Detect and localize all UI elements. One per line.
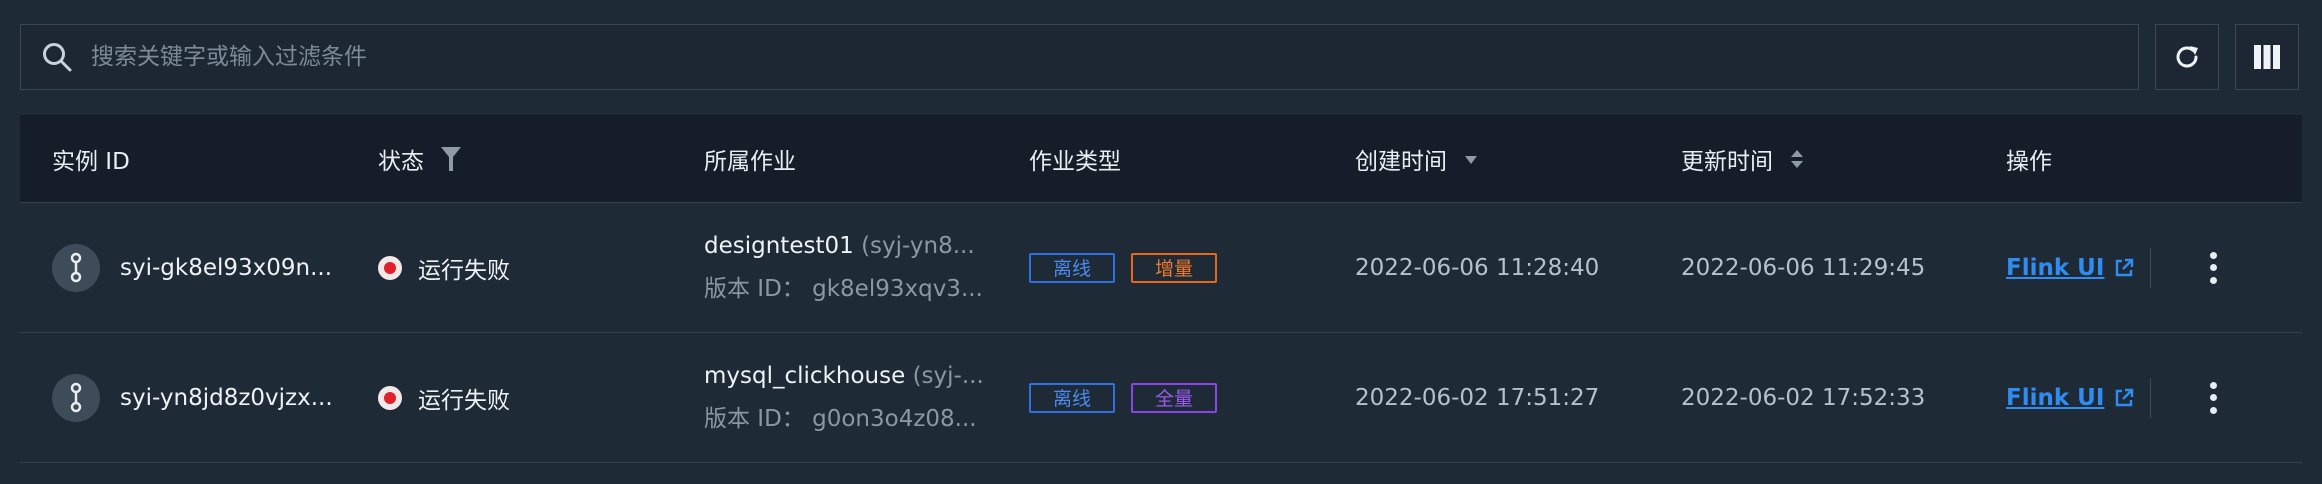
- header-label: 实例 ID: [52, 148, 130, 175]
- actions-divider: [2150, 377, 2151, 418]
- external-link-icon: [2116, 388, 2134, 406]
- job-cell: designtest01 (syj-yn8... 版本 ID： gk8el93x…: [704, 233, 983, 303]
- instance-cell: syi-gk8el93x09n...: [52, 243, 332, 292]
- sort-icon[interactable]: [1789, 147, 1805, 171]
- job-cell: mysql_clickhouse (syj-... 版本 ID： g0on3o4…: [704, 363, 984, 433]
- flink-ui-label: Flink UI: [2006, 254, 2105, 281]
- instances-table: 实例 ID 状态 所属作业 作业类型 创建时间 更新时间 操作 syi-gk8e…: [20, 115, 2302, 463]
- version-id: gk8el93xqv3...: [812, 275, 983, 302]
- instance-icon: [52, 373, 100, 422]
- actions-cell: Flink UI: [2006, 385, 2134, 411]
- header-label: 作业类型: [1029, 148, 1121, 175]
- job-id: (syj-yn8...: [861, 232, 975, 259]
- actions-cell: Flink UI: [2006, 255, 2134, 281]
- header-status: 状态: [378, 142, 462, 176]
- status-text: 运行失败: [418, 387, 510, 414]
- header-actions: 操作: [2006, 142, 2052, 176]
- search-box[interactable]: [20, 24, 2139, 90]
- flink-ui-label: Flink UI: [2006, 384, 2105, 411]
- header-label: 更新时间: [1681, 148, 1773, 175]
- flink-ui-link[interactable]: Flink UI: [2006, 255, 2134, 281]
- external-link-icon: [2116, 258, 2134, 276]
- flink-ui-link[interactable]: Flink UI: [2006, 385, 2134, 411]
- search-input[interactable]: [91, 25, 2138, 89]
- version-label: 版本 ID：: [704, 275, 805, 302]
- status-cell: 运行失败: [378, 381, 510, 415]
- column-settings-button[interactable]: [2235, 24, 2299, 90]
- status-text: 运行失败: [418, 257, 510, 284]
- tag-full: 全量: [1131, 382, 1218, 413]
- instance-id-link[interactable]: syi-gk8el93x09n...: [120, 255, 332, 281]
- table-header: 实例 ID 状态 所属作业 作业类型 创建时间 更新时间 操作: [20, 115, 2302, 203]
- header-created[interactable]: 创建时间: [1355, 142, 1479, 176]
- job-type-cell: 离线 全量: [1029, 382, 1218, 413]
- version-id: g0on3o4z08...: [812, 405, 977, 432]
- job-name-link[interactable]: mysql_clickhouse: [704, 363, 905, 389]
- header-label: 状态: [378, 148, 424, 175]
- header-updated[interactable]: 更新时间: [1681, 142, 1805, 176]
- instance-id-link[interactable]: syi-yn8jd8z0vjzx...: [120, 385, 333, 411]
- instance-cell: syi-yn8jd8z0vjzx...: [52, 373, 333, 422]
- tag-offline: 离线: [1029, 382, 1116, 413]
- more-actions-icon[interactable]: [2205, 378, 2221, 418]
- header-label: 创建时间: [1355, 148, 1447, 175]
- status-cell: 运行失败: [378, 251, 510, 285]
- refresh-button[interactable]: [2155, 24, 2219, 90]
- tag-incremental: 增量: [1131, 252, 1218, 283]
- status-failed-icon: [378, 255, 402, 280]
- search-icon: [39, 39, 75, 75]
- tag-offline: 离线: [1029, 252, 1116, 283]
- status-failed-icon: [378, 385, 402, 410]
- header-label: 操作: [2006, 148, 2052, 175]
- updated-time: 2022-06-06 11:29:45: [1681, 254, 1926, 281]
- more-actions-icon[interactable]: [2205, 248, 2221, 288]
- created-time: 2022-06-02 17:51:27: [1355, 384, 1600, 411]
- header-label: 所属作业: [704, 148, 796, 175]
- table-row: syi-gk8el93x09n... 运行失败 designtest01 (sy…: [20, 203, 2302, 333]
- header-instance-id: 实例 ID: [52, 142, 130, 176]
- job-type-cell: 离线 增量: [1029, 252, 1218, 283]
- version-label: 版本 ID：: [704, 405, 805, 432]
- header-job: 所属作业: [704, 142, 796, 176]
- filter-icon[interactable]: [440, 146, 462, 172]
- refresh-icon: [2176, 46, 2198, 68]
- job-id: (syj-...: [912, 362, 984, 389]
- header-job-type: 作业类型: [1029, 142, 1121, 176]
- actions-divider: [2150, 247, 2151, 288]
- updated-time: 2022-06-02 17:52:33: [1681, 384, 1926, 411]
- page: 实例 ID 状态 所属作业 作业类型 创建时间: [0, 0, 2322, 484]
- instance-icon: [52, 243, 100, 292]
- job-name-link[interactable]: designtest01: [704, 233, 854, 259]
- sort-desc-icon[interactable]: [1463, 147, 1479, 171]
- table-row: syi-yn8jd8z0vjzx... 运行失败 mysql_clickhous…: [20, 333, 2302, 463]
- columns-icon: [2254, 45, 2280, 69]
- created-time: 2022-06-06 11:28:40: [1355, 254, 1600, 281]
